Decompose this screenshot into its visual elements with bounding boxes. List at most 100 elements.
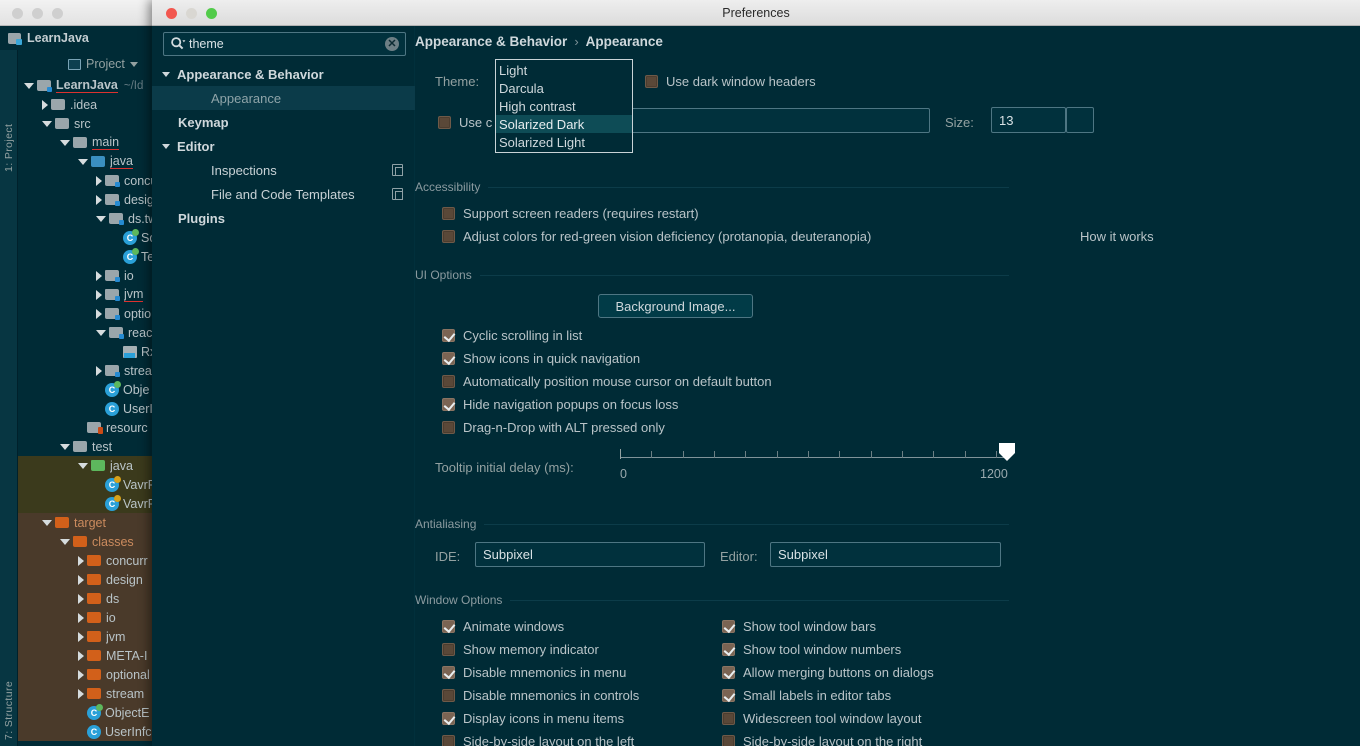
sidebar-item-appearance[interactable]: Appearance xyxy=(152,86,415,110)
theme-option-high-contrast[interactable]: High contrast xyxy=(496,97,632,115)
twisty-closed-icon[interactable] xyxy=(96,366,102,376)
animate-windows-checkbox[interactable] xyxy=(442,620,455,633)
twisty-closed-icon[interactable] xyxy=(78,556,84,566)
tree-row[interactable]: .idea xyxy=(18,95,160,114)
tool-window-tab-structure[interactable]: 7: Structure xyxy=(0,620,18,740)
use-custom-font-row[interactable]: Use c xyxy=(438,115,492,130)
allow-merging-buttons-on-dialogs-checkbox[interactable] xyxy=(722,666,735,679)
tree-row[interactable]: CVavrF xyxy=(18,475,160,494)
twisty-open-icon[interactable] xyxy=(162,72,170,77)
twisty-closed-icon[interactable] xyxy=(78,575,84,585)
small-labels-in-editor-tabs-checkbox[interactable] xyxy=(722,689,735,702)
ide-minimize-button[interactable] xyxy=(32,8,43,19)
tooltip-delay-slider[interactable]: 0 1200 xyxy=(620,441,1008,487)
tree-row[interactable]: stream xyxy=(18,684,160,703)
tree-row[interactable]: CUserI xyxy=(18,399,160,418)
sidebar-item-keymap[interactable]: Keymap xyxy=(152,110,415,134)
twisty-open-icon[interactable] xyxy=(60,140,70,146)
tree-row[interactable]: desig xyxy=(18,190,160,209)
how-it-works-link[interactable]: How it works xyxy=(1080,229,1154,244)
ide-close-button[interactable] xyxy=(12,8,23,19)
search-field[interactable]: ✕ xyxy=(163,32,406,56)
twisty-closed-icon[interactable] xyxy=(96,271,102,281)
tree-row[interactable]: react xyxy=(18,323,160,342)
tree-row[interactable]: ds.tw xyxy=(18,209,160,228)
tree-row[interactable]: src xyxy=(18,114,160,133)
disable-mnemonics-in-menu-checkbox[interactable] xyxy=(442,666,455,679)
clear-icon[interactable]: ✕ xyxy=(385,37,399,51)
slider-thumb[interactable] xyxy=(996,441,1018,463)
sidebar-item-plugins[interactable]: Plugins xyxy=(152,206,415,230)
support-screen-readers-checkbox[interactable] xyxy=(442,207,455,220)
tree-row[interactable]: resourc xyxy=(18,418,160,437)
twisty-open-icon[interactable] xyxy=(78,159,88,165)
use-dark-window-headers-checkbox[interactable] xyxy=(645,75,658,88)
tree-row[interactable]: CObje xyxy=(18,380,160,399)
tree-row[interactable]: io xyxy=(18,266,160,285)
display-icons-in-menu-items-checkbox[interactable] xyxy=(442,712,455,725)
allow-merging-buttons-on-dialogs-row[interactable]: Allow merging buttons on dialogs xyxy=(722,665,934,680)
hide-nav-popups-checkbox[interactable] xyxy=(442,398,455,411)
ide-antialiasing-combobox[interactable]: Subpixel xyxy=(475,542,705,567)
copy-settings-icon[interactable] xyxy=(392,188,403,200)
twisty-open-icon[interactable] xyxy=(42,121,52,127)
custom-font-field[interactable] xyxy=(630,108,930,133)
twisty-open-icon[interactable] xyxy=(96,330,106,336)
twisty-closed-icon[interactable] xyxy=(78,613,84,623)
tree-row[interactable]: java xyxy=(18,152,160,171)
twisty-open-icon[interactable] xyxy=(60,444,70,450)
auto-position-cursor-checkbox[interactable] xyxy=(442,375,455,388)
tree-row[interactable]: CUserInfc xyxy=(18,722,160,741)
tree-row[interactable]: test xyxy=(18,437,160,456)
tree-row[interactable]: CTe xyxy=(18,247,160,266)
tree-row[interactable]: io xyxy=(18,608,160,627)
sidebar-item-inspections[interactable]: Inspections xyxy=(152,158,415,182)
twisty-closed-icon[interactable] xyxy=(42,100,48,110)
twisty-open-icon[interactable] xyxy=(24,83,34,89)
side-by-side-layout-on-the-left-checkbox[interactable] xyxy=(442,735,455,746)
twisty-closed-icon[interactable] xyxy=(78,689,84,699)
show-memory-indicator-checkbox[interactable] xyxy=(442,643,455,656)
font-size-field[interactable]: 13 xyxy=(991,107,1066,133)
theme-dropdown-list[interactable]: LightDarculaHigh contrastSolarized DarkS… xyxy=(495,59,633,153)
tree-row[interactable]: Rx xyxy=(18,342,160,361)
sidebar-item-appearance-behavior[interactable]: Appearance & Behavior xyxy=(152,62,415,86)
tree-row[interactable]: concu xyxy=(18,171,160,190)
show-tool-window-bars-row[interactable]: Show tool window bars xyxy=(722,619,876,634)
adjust-colors-row[interactable]: Adjust colors for red-green vision defic… xyxy=(442,229,871,244)
theme-option-darcula[interactable]: Darcula xyxy=(496,79,632,97)
tree-row[interactable]: jvm xyxy=(18,627,160,646)
breadcrumb-parent[interactable]: Appearance & Behavior xyxy=(415,34,567,49)
show-icons-quick-nav-checkbox[interactable] xyxy=(442,352,455,365)
use-custom-font-checkbox[interactable] xyxy=(438,116,451,129)
twisty-closed-icon[interactable] xyxy=(78,632,84,642)
widescreen-tool-window-layout-checkbox[interactable] xyxy=(722,712,735,725)
twisty-closed-icon[interactable] xyxy=(96,195,102,205)
cyclic-scrolling-checkbox[interactable] xyxy=(442,329,455,342)
settings-category-list[interactable]: Appearance & BehaviorAppearanceKeymapEdi… xyxy=(152,62,415,230)
side-by-side-layout-on-the-left-row[interactable]: Side-by-side layout on the left xyxy=(442,734,634,746)
theme-option-light[interactable]: Light xyxy=(496,61,632,79)
show-tool-window-numbers-row[interactable]: Show tool window numbers xyxy=(722,642,901,657)
twisty-open-icon[interactable] xyxy=(42,520,52,526)
project-tree[interactable]: LearnJava~/Id.ideasrcmainjavaconcudesigd… xyxy=(18,76,160,746)
hide-nav-popups-row[interactable]: Hide navigation popups on focus loss xyxy=(442,397,678,412)
theme-option-solarized-dark[interactable]: Solarized Dark xyxy=(496,115,632,133)
auto-position-cursor-row[interactable]: Automatically position mouse cursor on d… xyxy=(442,374,772,389)
tree-row[interactable]: target xyxy=(18,513,160,532)
disable-mnemonics-in-controls-row[interactable]: Disable mnemonics in controls xyxy=(442,688,639,703)
tree-row[interactable]: optio xyxy=(18,304,160,323)
search-input[interactable] xyxy=(189,37,385,51)
sidebar-item-editor[interactable]: Editor xyxy=(152,134,415,158)
ide-zoom-button[interactable] xyxy=(52,8,63,19)
show-tool-window-bars-checkbox[interactable] xyxy=(722,620,735,633)
tree-row[interactable]: optional xyxy=(18,665,160,684)
tree-row[interactable]: strea xyxy=(18,361,160,380)
display-icons-in-menu-items-row[interactable]: Display icons in menu items xyxy=(442,711,624,726)
side-by-side-layout-on-the-right-checkbox[interactable] xyxy=(722,735,735,746)
project-view-selector[interactable]: Project xyxy=(18,50,160,78)
tree-row[interactable]: CObjectE xyxy=(18,703,160,722)
twisty-closed-icon[interactable] xyxy=(96,176,102,186)
twisty-closed-icon[interactable] xyxy=(78,594,84,604)
tree-row[interactable]: META-I xyxy=(18,646,160,665)
